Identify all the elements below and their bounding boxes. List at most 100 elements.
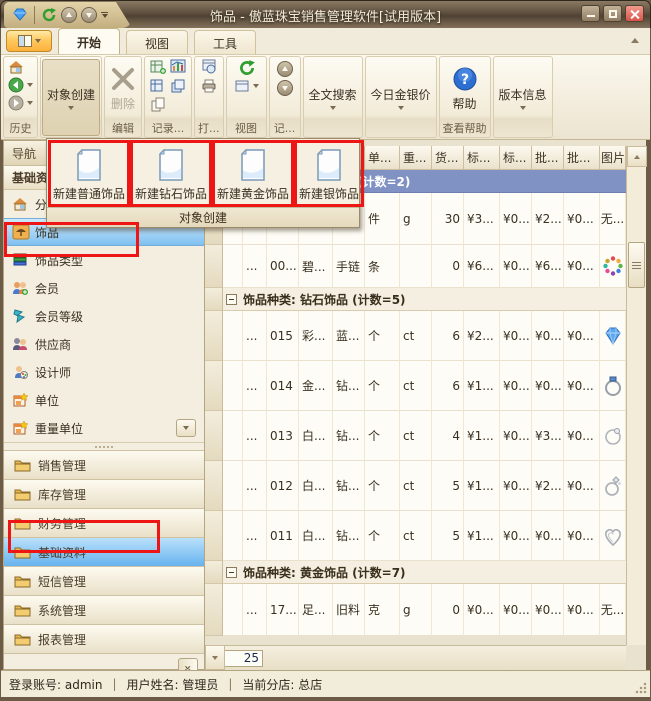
table-cell[interactable]: 5 (432, 511, 464, 561)
duplicate-icon[interactable] (170, 78, 186, 94)
minimize-button[interactable] (581, 5, 600, 22)
row-indicator[interactable] (205, 288, 223, 311)
table-cell[interactable]: 白... (299, 461, 333, 511)
table-cell[interactable]: ¥0... (500, 584, 532, 636)
table-cell[interactable]: 钻... (333, 511, 365, 561)
table-cell[interactable]: ¥1... (464, 361, 500, 411)
print-preview-icon[interactable] (201, 59, 217, 75)
table-cell[interactable]: 个 (365, 411, 400, 461)
tab-start[interactable]: 开始 (58, 28, 120, 54)
sidebar-splitter[interactable] (4, 442, 204, 450)
table-cell[interactable]: 014 (267, 361, 299, 411)
table-cell[interactable]: ¥6... (464, 245, 500, 288)
table-add-icon[interactable] (150, 59, 166, 75)
table-cell[interactable] (223, 311, 243, 361)
table-cell[interactable]: ¥2... (532, 461, 564, 511)
table-cell[interactable]: 4 (432, 411, 464, 461)
table-cell[interactable]: 30 (432, 193, 464, 245)
sidebar-item-8[interactable]: 重量单位 (4, 414, 204, 442)
table-cell[interactable]: g (400, 193, 432, 245)
popup-new-item-2[interactable]: 新建黄金饰品 (212, 140, 294, 207)
table-cell[interactable]: ¥0... (500, 361, 532, 411)
record-count-box[interactable]: 25 (223, 650, 263, 667)
table-row[interactable]: ...012白...钻...个ct5¥1...¥0...¥2...¥0... (205, 461, 626, 511)
table-cell[interactable]: ¥0... (500, 311, 532, 361)
sidebar-section-3[interactable]: 基础资料 (4, 537, 204, 566)
row-indicator[interactable] (205, 311, 223, 361)
table-row[interactable]: ...013白...钻...个ct4¥1...¥0...¥3...¥0... (205, 411, 626, 461)
sidebar-item-5[interactable]: 供应商 (4, 330, 204, 358)
table-cell[interactable]: 个 (365, 461, 400, 511)
back-icon[interactable] (8, 77, 24, 93)
table-cell[interactable] (223, 461, 243, 511)
sidebar-item-3[interactable]: 会员 (4, 274, 204, 302)
header-cell[interactable]: 图片 (600, 146, 626, 170)
picture-cell[interactable]: 无... (600, 193, 626, 245)
row-indicator[interactable] (205, 584, 223, 636)
collapse-ribbon-icon[interactable] (631, 38, 639, 43)
resize-grip[interactable] (635, 682, 647, 694)
table-cell[interactable]: ct (400, 511, 432, 561)
table-cell[interactable] (223, 245, 243, 288)
sidebar-item-4[interactable]: 会员等级 (4, 302, 204, 330)
table-cell[interactable]: 条 (365, 245, 400, 288)
table-edit-icon[interactable] (150, 78, 166, 94)
table-cell[interactable]: ¥3... (532, 411, 564, 461)
chart-icon[interactable] (170, 59, 186, 75)
table-cell[interactable]: 6 (432, 311, 464, 361)
bracelet-icon[interactable] (600, 245, 626, 288)
table-cell[interactable]: 0 (432, 584, 464, 636)
sidebar-section-0[interactable]: 销售管理 (4, 450, 204, 479)
picture-cell[interactable]: 无... (600, 584, 626, 636)
table-cell[interactable]: 个 (365, 511, 400, 561)
table-cell[interactable]: 015 (267, 311, 299, 361)
popup-new-item-0[interactable]: 新建普通饰品 (48, 140, 130, 207)
table-cell[interactable]: 件 (365, 193, 400, 245)
table-cell[interactable]: 钻... (333, 461, 365, 511)
header-cell[interactable]: 标... (500, 146, 532, 170)
table-cell[interactable]: ct (400, 461, 432, 511)
table-cell[interactable]: ¥0... (564, 361, 600, 411)
table-cell[interactable]: ... (243, 584, 267, 636)
header-cell[interactable]: 货... (432, 146, 464, 170)
table-cell[interactable]: ¥1... (464, 511, 500, 561)
table-cell[interactable]: ¥0... (564, 511, 600, 561)
table-row[interactable]: ...011白...钻...个ct5¥1...¥0...¥0...¥0... (205, 511, 626, 561)
maximize-button[interactable] (603, 5, 622, 22)
table-cell[interactable]: ... (243, 461, 267, 511)
table-cell[interactable]: ... (243, 361, 267, 411)
tab-tools[interactable]: 工具 (194, 30, 256, 54)
version-info-button[interactable]: 版本信息 (495, 59, 551, 136)
fulltext-search-button[interactable]: 全文搜索 (305, 59, 361, 136)
refresh-icon[interactable] (238, 59, 254, 75)
table-cell[interactable]: ... (243, 311, 267, 361)
help-button[interactable]: ? 帮助 (448, 59, 482, 119)
table-row[interactable]: ...015彩...蓝...个ct6¥2...¥0...¥0...¥0... (205, 311, 626, 361)
header-cell[interactable]: 批... (564, 146, 600, 170)
header-cell[interactable]: 标... (464, 146, 500, 170)
group-row[interactable]: 饰品种类: 黄金饰品 (计数=7) (205, 561, 626, 584)
chevron-down-icon[interactable] (253, 84, 259, 88)
tab-view[interactable]: 视图 (126, 30, 188, 54)
table-cell[interactable]: ¥0... (500, 411, 532, 461)
chevron-down-icon[interactable] (27, 83, 33, 87)
group-band[interactable]: 饰品种类: 钻石饰品 (计数=5) (223, 288, 626, 311)
header-cell[interactable]: 批... (532, 146, 564, 170)
row-indicator[interactable] (205, 361, 223, 411)
table-cell[interactable]: ct (400, 411, 432, 461)
table-cell[interactable]: ¥0... (564, 245, 600, 288)
close-button[interactable] (625, 5, 644, 22)
printer-icon[interactable] (201, 78, 217, 94)
sidebar-item-7[interactable]: 单位 (4, 386, 204, 414)
table-cell[interactable]: 011 (267, 511, 299, 561)
scrollbar-thumb[interactable] (628, 242, 645, 288)
table-cell[interactable]: 钻... (333, 361, 365, 411)
table-cell[interactable]: ... (243, 411, 267, 461)
home-icon[interactable] (8, 59, 24, 75)
table-cell[interactable]: g (400, 584, 432, 636)
sidebar-section-1[interactable]: 库存管理 (4, 479, 204, 508)
table-cell[interactable]: 00... (267, 245, 299, 288)
table-cell[interactable]: ¥0... (532, 584, 564, 636)
sidebar-section-5[interactable]: 系统管理 (4, 595, 204, 624)
table-cell[interactable]: ¥0... (532, 511, 564, 561)
